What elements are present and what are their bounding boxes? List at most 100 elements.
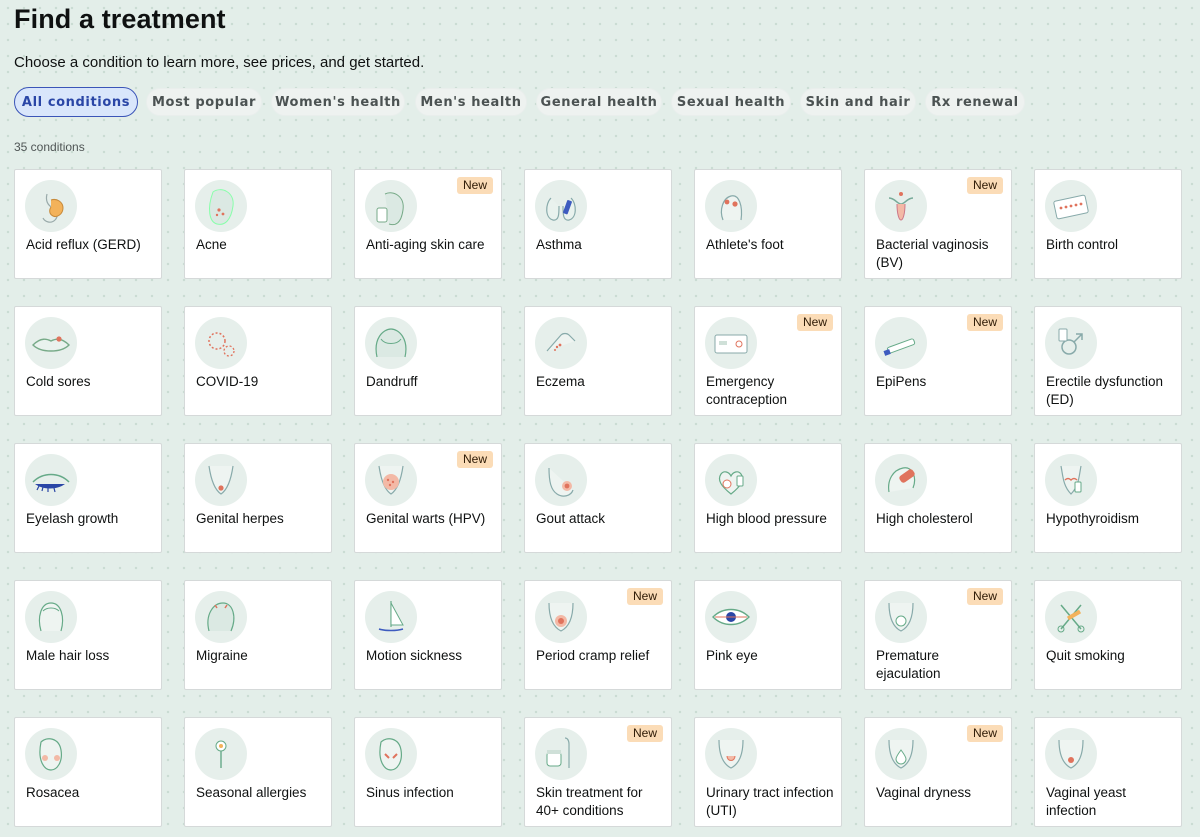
page-title: Find a treatment [14, 4, 226, 34]
condition-card[interactable]: New Anti-aging skin care [354, 169, 502, 279]
pill-pack-icon [1045, 180, 1097, 232]
foot-gout-icon [535, 454, 587, 506]
condition-card[interactable]: New Emergency contraception [694, 306, 842, 416]
new-badge: New [966, 177, 1003, 194]
conditions-grid: Acid reflux (GERD) Acne New Anti-aging skin… [14, 169, 1186, 837]
condition-card[interactable]: Sinus infection [354, 717, 502, 827]
condition-card[interactable]: Dandruff [354, 306, 502, 416]
condition-card[interactable]: New Genital warts (HPV) [354, 443, 502, 553]
condition-card[interactable]: Erectile dysfunction (ED) [1034, 306, 1182, 416]
condition-card[interactable]: New Bacterial vaginosis (BV) [864, 169, 1012, 279]
condition-card[interactable]: Urinary tract infection (UTI) [694, 717, 842, 827]
condition-card[interactable]: Rosacea [14, 717, 162, 827]
new-badge: New [626, 588, 663, 605]
male-head-icon [25, 591, 77, 643]
pelvis-icon [195, 454, 247, 506]
stomach-icon [25, 180, 77, 232]
filter-all-conditions[interactable]: All conditions [14, 87, 138, 117]
condition-card[interactable]: Eyelash growth [14, 443, 162, 553]
condition-card[interactable]: New EpiPens [864, 306, 1012, 416]
conditions-count: 35 conditions [14, 140, 85, 154]
filter-rx-renewal[interactable]: Rx renewal [925, 88, 1025, 116]
torso-yeast-icon [1045, 728, 1097, 780]
condition-label: High cholesterol [876, 511, 973, 526]
condition-card[interactable]: New Period cramp relief [524, 580, 672, 690]
hand-rash-icon [535, 317, 587, 369]
eyelash-icon [25, 454, 77, 506]
filter-most-popular[interactable]: Most popular [146, 88, 262, 116]
head-migraine-icon [195, 591, 247, 643]
scissors-cigarette-icon [1045, 591, 1097, 643]
condition-card[interactable]: Acne [184, 169, 332, 279]
filter-mens-health[interactable]: Men's health [415, 88, 527, 116]
condition-card[interactable]: Hypothyroidism [1034, 443, 1182, 553]
condition-card[interactable]: Motion sickness [354, 580, 502, 690]
condition-label: Emergency contraception [706, 374, 788, 407]
condition-label: Hypothyroidism [1046, 511, 1140, 526]
condition-card[interactable]: Pink eye [694, 580, 842, 690]
condition-card[interactable]: Migraine [184, 580, 332, 690]
condition-card[interactable]: Male hair loss [14, 580, 162, 690]
condition-label: Gout attack [536, 511, 606, 526]
virus-icon [195, 317, 247, 369]
condition-label: Sinus infection [366, 785, 454, 800]
condition-card[interactable]: Seasonal allergies [184, 717, 332, 827]
torso-timer-icon [875, 591, 927, 643]
artery-icon [875, 454, 927, 506]
condition-label: Vaginal dryness [876, 785, 972, 800]
condition-card[interactable]: Gout attack [524, 443, 672, 553]
filter-skin-and-hair[interactable]: Skin and hair [800, 88, 916, 116]
condition-label: Urinary tract infection (UTI) [706, 785, 834, 818]
condition-label: Skin treatment for 40+ conditions [536, 785, 643, 818]
new-badge: New [796, 314, 833, 331]
condition-label: Anti-aging skin care [366, 237, 485, 252]
heart-gauge-icon [705, 454, 757, 506]
condition-card[interactable]: Genital herpes [184, 443, 332, 553]
sailboat-icon [365, 591, 417, 643]
head-hair-icon [365, 317, 417, 369]
condition-card[interactable]: Birth control [1034, 169, 1182, 279]
face-acne-icon [195, 180, 247, 232]
body-jar-icon [535, 728, 587, 780]
condition-card[interactable]: New Premature ejaculation [864, 580, 1012, 690]
condition-label: EpiPens [876, 374, 927, 389]
new-badge: New [966, 314, 1003, 331]
condition-card[interactable]: Vaginal yeast infection [1034, 717, 1182, 827]
condition-card[interactable]: Acid reflux (GERD) [14, 169, 162, 279]
filter-womens-health[interactable]: Women's health [271, 88, 405, 116]
condition-card[interactable]: New Vaginal dryness [864, 717, 1012, 827]
male-symbol-icon [1045, 317, 1097, 369]
condition-label: Premature ejaculation [876, 648, 941, 681]
condition-card[interactable]: High cholesterol [864, 443, 1012, 553]
condition-label: Asthma [536, 237, 582, 252]
abdomen-cramp-icon [535, 591, 587, 643]
condition-card[interactable]: Athlete's foot [694, 169, 842, 279]
condition-label: Migraine [196, 648, 248, 663]
flower-icon [195, 728, 247, 780]
condition-label: Period cramp relief [536, 648, 650, 663]
condition-label: Genital herpes [196, 511, 284, 526]
condition-card[interactable]: New Skin treatment for 40+ conditions [524, 717, 672, 827]
treatments-page: Find a treatment Choose a condition to l… [0, 0, 1200, 837]
condition-label: High blood pressure [706, 511, 827, 526]
condition-label: Rosacea [26, 785, 80, 800]
face-sinus-icon [365, 728, 417, 780]
pelvis-warts-icon [365, 454, 417, 506]
new-badge: New [966, 588, 1003, 605]
filter-sexual-health[interactable]: Sexual health [671, 88, 791, 116]
condition-card[interactable]: Cold sores [14, 306, 162, 416]
condition-card[interactable]: COVID-19 [184, 306, 332, 416]
filter-general-health[interactable]: General health [536, 88, 662, 116]
lips-icon [25, 317, 77, 369]
new-badge: New [456, 177, 493, 194]
condition-label: Pink eye [706, 648, 758, 663]
condition-card[interactable]: High blood pressure [694, 443, 842, 553]
condition-card[interactable]: Quit smoking [1034, 580, 1182, 690]
condition-card[interactable]: Asthma [524, 169, 672, 279]
pill-box-icon [705, 317, 757, 369]
condition-label: Dandruff [366, 374, 418, 389]
condition-label: Quit smoking [1046, 648, 1125, 663]
condition-label: Birth control [1046, 237, 1119, 252]
condition-card[interactable]: Eczema [524, 306, 672, 416]
condition-label: Cold sores [26, 374, 91, 389]
